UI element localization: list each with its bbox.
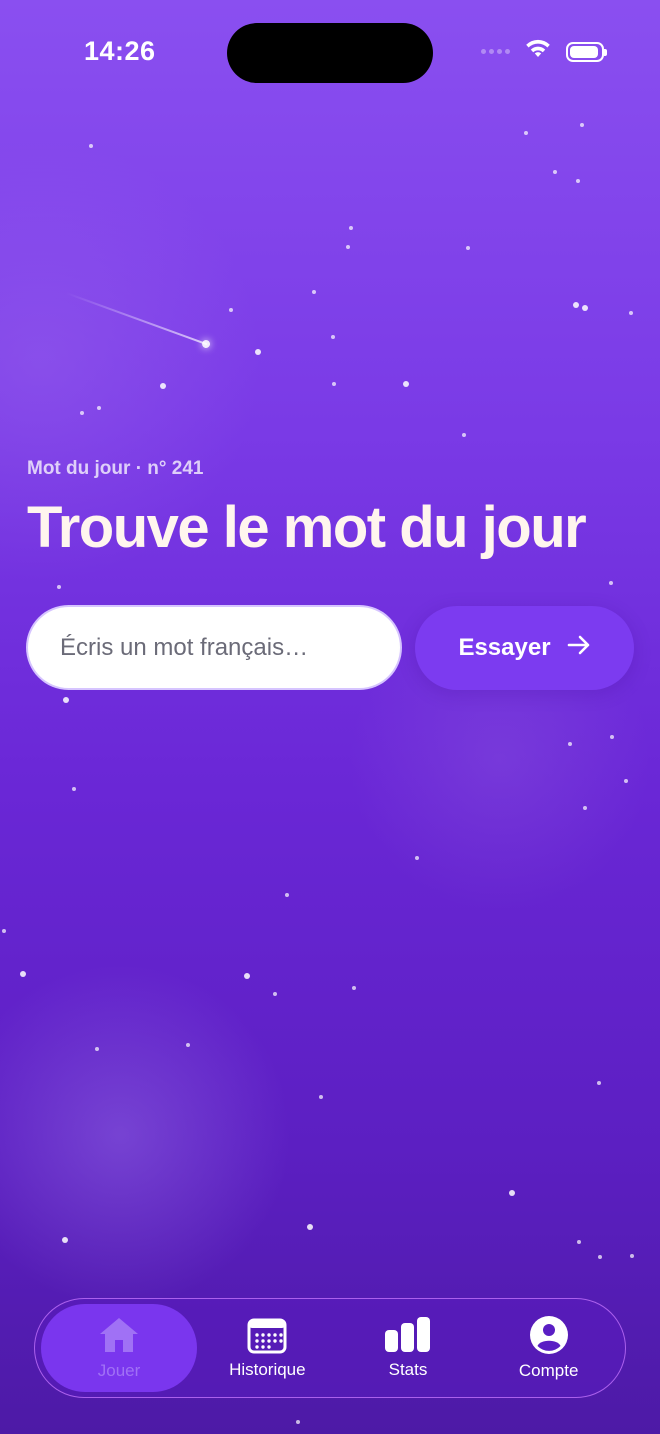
tab-label: Jouer xyxy=(97,1361,141,1380)
cellular-signal-icon xyxy=(481,49,510,54)
calendar-icon xyxy=(247,1316,287,1354)
tab-label: Stats xyxy=(388,1360,428,1379)
star xyxy=(244,973,250,979)
star xyxy=(573,302,579,308)
star xyxy=(186,1043,190,1047)
tab-jouer[interactable]: Jouer xyxy=(41,1304,197,1392)
tab-compte[interactable]: Compte xyxy=(478,1304,619,1392)
status-bar: 14:26 xyxy=(0,0,660,100)
try-button[interactable]: Essayer xyxy=(415,606,634,690)
bar-chart-icon xyxy=(383,1316,433,1354)
star xyxy=(331,335,335,339)
puzzle-number-label: Mot du jour · n° 241 xyxy=(27,458,204,479)
tab-label: Historique xyxy=(229,1360,306,1379)
star xyxy=(349,226,353,230)
tab-historique[interactable]: Historique xyxy=(197,1304,338,1392)
status-time: 14:26 xyxy=(84,36,156,66)
star xyxy=(524,131,528,135)
user-icon xyxy=(529,1315,569,1355)
star xyxy=(97,406,101,410)
star xyxy=(89,144,93,148)
star xyxy=(160,383,166,389)
star xyxy=(307,1224,313,1230)
star xyxy=(332,382,336,386)
star xyxy=(610,735,614,739)
star xyxy=(95,1047,99,1051)
word-input[interactable] xyxy=(26,605,402,690)
star xyxy=(403,381,409,387)
star xyxy=(553,170,557,174)
star xyxy=(576,179,580,183)
star xyxy=(415,856,419,860)
tab-label: Compte xyxy=(518,1361,579,1380)
dynamic-island xyxy=(227,23,433,83)
star xyxy=(598,1255,602,1259)
star xyxy=(582,305,588,311)
star xyxy=(20,971,26,977)
try-button-label: Essayer xyxy=(458,634,551,661)
home-icon xyxy=(97,1315,141,1355)
star xyxy=(346,245,350,249)
star xyxy=(509,1190,515,1196)
arrow-right-icon xyxy=(567,634,591,663)
star xyxy=(57,585,61,589)
star xyxy=(229,308,233,312)
battery-icon xyxy=(566,41,607,62)
star xyxy=(319,1095,323,1099)
star xyxy=(72,787,76,791)
star xyxy=(629,311,633,315)
tab-bar: Jouer Historique Stats Compte xyxy=(34,1298,626,1398)
tab-stats[interactable]: Stats xyxy=(338,1304,479,1392)
star xyxy=(273,992,277,996)
star xyxy=(462,433,466,437)
star xyxy=(583,806,587,810)
shooting-star xyxy=(65,292,208,346)
star xyxy=(255,349,261,355)
star xyxy=(466,246,470,250)
star xyxy=(352,986,356,990)
star xyxy=(312,290,316,294)
star xyxy=(62,1237,68,1243)
status-icons xyxy=(481,38,607,65)
star xyxy=(2,929,6,933)
star xyxy=(568,742,572,746)
star xyxy=(630,1254,634,1258)
star xyxy=(624,779,628,783)
star xyxy=(609,581,613,585)
star xyxy=(296,1420,300,1424)
star xyxy=(580,123,584,127)
star xyxy=(80,411,84,415)
star xyxy=(285,893,289,897)
star xyxy=(63,697,69,703)
wifi-icon xyxy=(524,38,552,65)
star xyxy=(597,1081,601,1085)
page-title: Trouve le mot du jour xyxy=(27,495,587,560)
star xyxy=(577,1240,581,1244)
